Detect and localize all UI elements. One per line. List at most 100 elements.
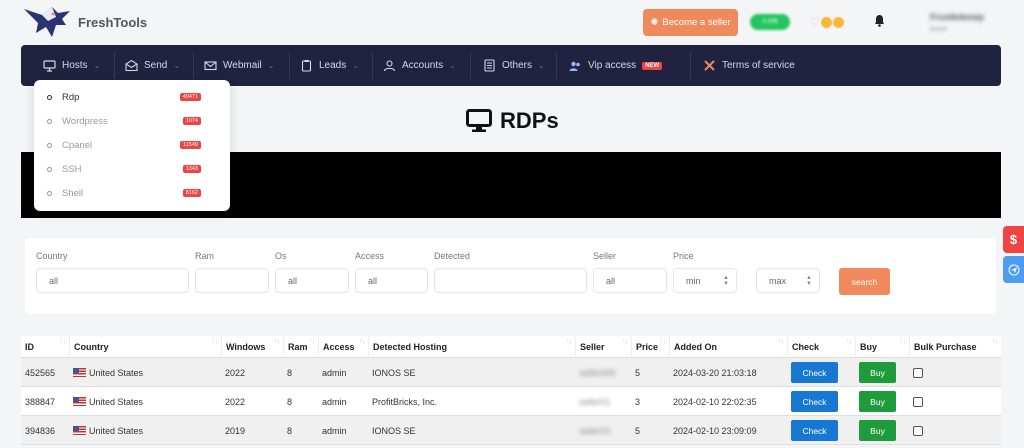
dropdown-item-shell[interactable]: Shell 8162 (34, 181, 230, 205)
gear-icon: ✺ (650, 17, 659, 28)
bell-icon[interactable] (874, 14, 885, 27)
sort-icon: ↑↓ (212, 339, 218, 345)
buy-button[interactable]: Buy (859, 391, 896, 412)
th-label: Seller (580, 342, 605, 352)
coin-icon (833, 17, 844, 28)
balance-badge[interactable]: 0.00$ (750, 14, 790, 30)
heart-icon[interactable]: ♡ (809, 15, 820, 29)
us-flag-icon (73, 397, 86, 406)
nav-accounts[interactable]: Accounts ⌄ (383, 45, 456, 86)
th-label: Ram (288, 342, 308, 352)
user-name[interactable]: Frustkdenep (930, 12, 984, 22)
bulk-checkbox[interactable] (913, 367, 923, 378)
cell-seller[interactable]: seller02 (575, 416, 611, 445)
seller-label: Seller (593, 251, 617, 261)
bullet-icon (47, 142, 52, 148)
th-ram[interactable]: Ram ↑↓ (283, 336, 318, 358)
nav-divider (289, 52, 290, 79)
th-buy[interactable]: Buy ↑↓ (855, 336, 909, 358)
nav-label: Hosts (62, 60, 88, 71)
th-detected-hosting[interactable]: Detected Hosting ↑↓ (368, 336, 575, 358)
search-button[interactable]: search (839, 268, 890, 295)
access-select[interactable]: all (355, 268, 428, 293)
monitor-icon (43, 60, 56, 72)
os-value: all (288, 275, 298, 286)
spinner-icon[interactable]: ▲ ▼ (723, 275, 729, 287)
dropdown-item-ssh[interactable]: SSH 1343 (34, 157, 230, 181)
detected-input[interactable] (434, 268, 587, 293)
dropdown-label: Cpanel (62, 139, 93, 151)
nav-label: Send (144, 60, 168, 71)
send-icon[interactable] (1003, 256, 1024, 283)
check-button[interactable]: Check (791, 362, 838, 383)
nav-divider (193, 52, 194, 79)
cell-check: Check (787, 358, 838, 387)
ram-label: Ram (195, 251, 215, 261)
cell-seller[interactable]: seller01 (575, 387, 611, 416)
cell-added-on: 2024-03-20 21:03:18 (673, 367, 757, 378)
country-select[interactable]: all (36, 268, 189, 293)
cell-check: Check (787, 416, 838, 445)
th-country[interactable]: Country ↑↓ (69, 336, 221, 358)
nav-divider (556, 52, 557, 79)
dropdown-item-cpanel[interactable]: Cpanel 11549 (34, 133, 230, 157)
cell-hosting: IONOS SE (372, 425, 416, 436)
nav-terms-of-service[interactable]: Terms of service (703, 45, 795, 86)
ram-input[interactable] (195, 268, 269, 293)
cell-access: admin (322, 425, 347, 436)
nav-vip-access[interactable]: Vip access NEW (569, 45, 663, 86)
price-min-input[interactable]: min ▲ ▼ (673, 268, 737, 293)
cell-added-on: 2024-02-10 23:09:09 (673, 425, 757, 436)
cell-hosting: IONOS SE (372, 367, 416, 378)
sort-icon: ↑↓ (900, 339, 906, 345)
cell-price: 3 (635, 396, 641, 407)
cell-country: United States (69, 358, 143, 387)
become-seller-button[interactable]: ✺ Become a seller (643, 9, 738, 36)
sort-icon: ↑↓ (622, 339, 628, 345)
sort-icon: ↑↓ (778, 339, 784, 345)
filter-panel: Country all Ram Os all Access all Detect… (25, 238, 996, 314)
bulk-checkbox[interactable] (913, 425, 923, 436)
th-bulk-purchase[interactable]: Bulk Purchase ↑↓ (909, 336, 1001, 358)
min-placeholder: min (686, 275, 701, 286)
price-max-input[interactable]: max ▲ ▼ (756, 268, 820, 293)
chevron-down-icon: ⌄ (93, 61, 101, 70)
nav-others[interactable]: Others ⌄ (483, 45, 545, 86)
spinner-icon[interactable]: ▲ ▼ (806, 275, 812, 287)
nav-label: Others (502, 60, 533, 71)
th-label: Windows (226, 342, 266, 352)
count-badge: 8162 (182, 189, 201, 197)
cell-windows: 2019 (225, 425, 246, 436)
os-label: Os (275, 251, 287, 261)
th-check[interactable]: Check ↑↓ (787, 336, 855, 358)
th-seller[interactable]: Seller ↑↓ (575, 336, 631, 358)
country-text: United States (89, 367, 144, 378)
th-windows[interactable]: Windows ↑↓ (221, 336, 283, 358)
seller-select[interactable]: all (593, 268, 667, 293)
bulk-checkbox[interactable] (913, 396, 923, 407)
count-badge: 11549 (180, 141, 201, 149)
th-added-on[interactable]: Added On ↑↓ (669, 336, 787, 358)
country-value: all (49, 275, 59, 286)
dollar-icon[interactable]: $ (1003, 226, 1024, 253)
cell-windows: 2022 (225, 367, 246, 378)
cell-seller[interactable]: seller000 (575, 358, 616, 387)
buy-button[interactable]: Buy (859, 420, 896, 441)
us-flag-icon (73, 368, 86, 377)
th-price[interactable]: Price ↑↓ (631, 336, 669, 358)
table-row: 452565 United States 2022 8 admin IONOS … (21, 358, 1001, 387)
access-value: all (368, 275, 378, 286)
brand-name[interactable]: FreshTools (78, 15, 147, 30)
check-button[interactable]: Check (791, 391, 838, 412)
th-access[interactable]: Access ↑↓ (318, 336, 368, 358)
nav-leads[interactable]: Leads ⌄ (300, 45, 359, 86)
dropdown-item-wordpress[interactable]: Wordpress 1074 (34, 109, 230, 133)
buy-button[interactable]: Buy (859, 362, 896, 383)
os-select[interactable]: all (275, 268, 349, 293)
clipboard-icon (301, 60, 312, 72)
th-id[interactable]: ID ↑↓ (21, 336, 69, 358)
dropdown-item-rdp[interactable]: Rdp 40471 (34, 85, 230, 109)
check-button[interactable]: Check (791, 420, 838, 441)
eagle-logo-icon[interactable] (22, 3, 72, 43)
us-flag-icon (73, 426, 86, 435)
